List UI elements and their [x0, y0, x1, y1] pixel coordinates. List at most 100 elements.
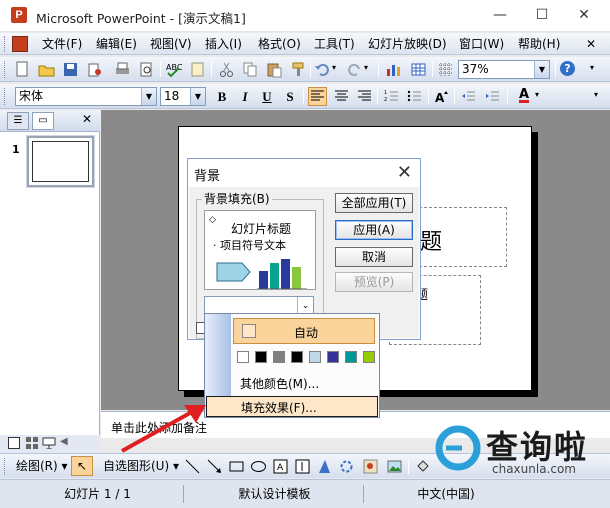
maximize-button[interactable]: ☐	[520, 0, 564, 30]
menu-view[interactable]: 视图(V)	[148, 36, 194, 53]
close-pane-icon[interactable]: ✕	[82, 112, 92, 126]
slide-sorter-view-icon[interactable]	[26, 437, 38, 449]
new-document-icon[interactable]	[14, 61, 31, 78]
shadow-button[interactable]: S	[281, 88, 299, 105]
cancel-button[interactable]: 取消	[335, 247, 413, 267]
cut-icon[interactable]	[218, 61, 235, 78]
tab-slides[interactable]: ▭	[32, 112, 54, 130]
print-preview-icon[interactable]	[138, 61, 155, 78]
font-name-combo[interactable]: 宋体 ▼	[15, 87, 157, 106]
color-swatch[interactable]	[237, 351, 249, 363]
rectangle-tool-icon[interactable]	[228, 458, 245, 475]
toolbar-grip[interactable]	[4, 36, 7, 52]
menu-slideshow[interactable]: 幻灯片放映(D)	[366, 36, 449, 53]
show-grid-icon[interactable]	[437, 61, 454, 78]
toolbar-grip[interactable]	[4, 458, 7, 475]
bullets-icon[interactable]	[406, 88, 423, 105]
redo-icon[interactable]	[346, 61, 363, 78]
undo-icon[interactable]	[314, 61, 331, 78]
color-swatch[interactable]	[309, 351, 321, 363]
font-color-icon[interactable]: A	[515, 87, 533, 106]
normal-view-icon[interactable]	[8, 437, 20, 449]
undo-dropdown-icon[interactable]: ▾	[332, 63, 336, 72]
more-colors-option[interactable]: 其他颜色(M)...	[240, 375, 319, 392]
apply-button[interactable]: 应用(A)	[335, 220, 413, 240]
autoshapes-menu[interactable]: 自选图形(U) ▾	[101, 458, 181, 475]
paste-icon[interactable]	[266, 61, 283, 78]
permission-icon[interactable]	[86, 61, 103, 78]
apply-all-button[interactable]: 全部应用(T)	[335, 193, 413, 213]
help-icon[interactable]: ?	[560, 61, 575, 76]
menu-insert[interactable]: 插入(I)	[203, 36, 244, 53]
chevron-down-icon[interactable]: ▼	[190, 88, 205, 105]
format-painter-icon[interactable]	[290, 61, 307, 78]
fill-effects-option[interactable]: 填充效果(F)...	[206, 396, 378, 417]
toolbar-options-icon[interactable]: ▾	[590, 63, 594, 72]
scroll-left-icon[interactable]: ◀	[60, 436, 68, 447]
preview-button[interactable]: 预览(P)	[335, 272, 413, 292]
underline-button[interactable]: U	[258, 88, 276, 105]
tab-outline[interactable]: ☰	[7, 112, 29, 130]
arrow-tool-icon[interactable]	[206, 458, 223, 475]
redo-dropdown-icon[interactable]: ▾	[364, 63, 368, 72]
menu-window[interactable]: 窗口(W)	[457, 36, 506, 53]
separator	[432, 62, 433, 77]
align-right-icon[interactable]	[356, 88, 373, 105]
menu-edit[interactable]: 编辑(E)	[94, 36, 139, 53]
insert-picture-icon[interactable]	[386, 458, 403, 475]
clipart-icon[interactable]	[362, 458, 379, 475]
menu-help[interactable]: 帮助(H)	[516, 36, 562, 53]
numbering-icon[interactable]: 12	[383, 88, 400, 105]
diagram-icon[interactable]	[338, 458, 355, 475]
save-icon[interactable]	[62, 61, 79, 78]
select-pointer-icon[interactable]: ↖	[71, 456, 93, 476]
oval-tool-icon[interactable]	[250, 458, 267, 475]
slideshow-view-icon[interactable]	[42, 437, 56, 450]
print-icon[interactable]	[114, 61, 131, 78]
color-swatch[interactable]	[255, 351, 267, 363]
menu-format[interactable]: 格式(O)	[256, 36, 303, 53]
wordart-icon[interactable]	[316, 458, 333, 475]
align-center-icon[interactable]	[333, 88, 350, 105]
color-swatch[interactable]	[363, 351, 375, 363]
color-swatch[interactable]	[291, 351, 303, 363]
menu-file[interactable]: 文件(F)	[40, 36, 84, 53]
document-icon[interactable]	[12, 36, 28, 52]
color-swatch[interactable]	[327, 351, 339, 363]
background-fill-label: 背景填充(B)	[202, 190, 272, 207]
bold-button[interactable]: B	[213, 88, 231, 105]
toolbar-grip[interactable]	[4, 88, 7, 105]
vertical-textbox-icon[interactable]	[294, 458, 311, 475]
close-button[interactable]: ✕	[562, 0, 606, 30]
zoom-combo[interactable]: 37% ▼	[458, 60, 550, 79]
line-tool-icon[interactable]	[184, 458, 201, 475]
dialog-close-button[interactable]: ✕	[397, 162, 412, 183]
draw-menu[interactable]: 绘图(R) ▾	[14, 458, 70, 475]
decrease-indent-icon[interactable]	[460, 88, 477, 105]
insert-table-icon[interactable]	[410, 61, 427, 78]
insert-chart-icon[interactable]	[385, 61, 402, 78]
chevron-down-icon[interactable]: ▼	[141, 88, 156, 105]
font-color-dropdown-icon[interactable]: ▾	[535, 90, 539, 99]
menu-close-doc-icon[interactable]: ✕	[584, 36, 598, 53]
color-swatch[interactable]	[273, 351, 285, 363]
increase-font-size-icon[interactable]: A	[434, 88, 451, 105]
menu-tools[interactable]: 工具(T)	[312, 36, 357, 53]
toolbar-options-icon[interactable]: ▾	[594, 90, 598, 99]
chevron-down-icon[interactable]: ▼	[534, 61, 549, 78]
color-swatch[interactable]	[345, 351, 357, 363]
align-left-icon[interactable]	[308, 87, 327, 106]
font-size-combo[interactable]: 18 ▼	[160, 87, 206, 106]
textbox-tool-icon[interactable]: A	[272, 458, 289, 475]
increase-indent-icon[interactable]	[484, 88, 501, 105]
powerpoint-app-icon[interactable]: P	[11, 7, 27, 23]
open-folder-icon[interactable]	[38, 61, 55, 78]
slide-thumbnail[interactable]	[26, 135, 95, 188]
toolbar-grip[interactable]	[4, 61, 7, 78]
minimize-button[interactable]: —	[478, 0, 522, 30]
italic-button[interactable]: I	[236, 88, 254, 105]
auto-color-option[interactable]: 自动	[233, 318, 375, 344]
spelling-icon[interactable]: ABC	[165, 61, 182, 78]
copy-icon[interactable]	[242, 61, 259, 78]
research-icon[interactable]	[189, 61, 206, 78]
